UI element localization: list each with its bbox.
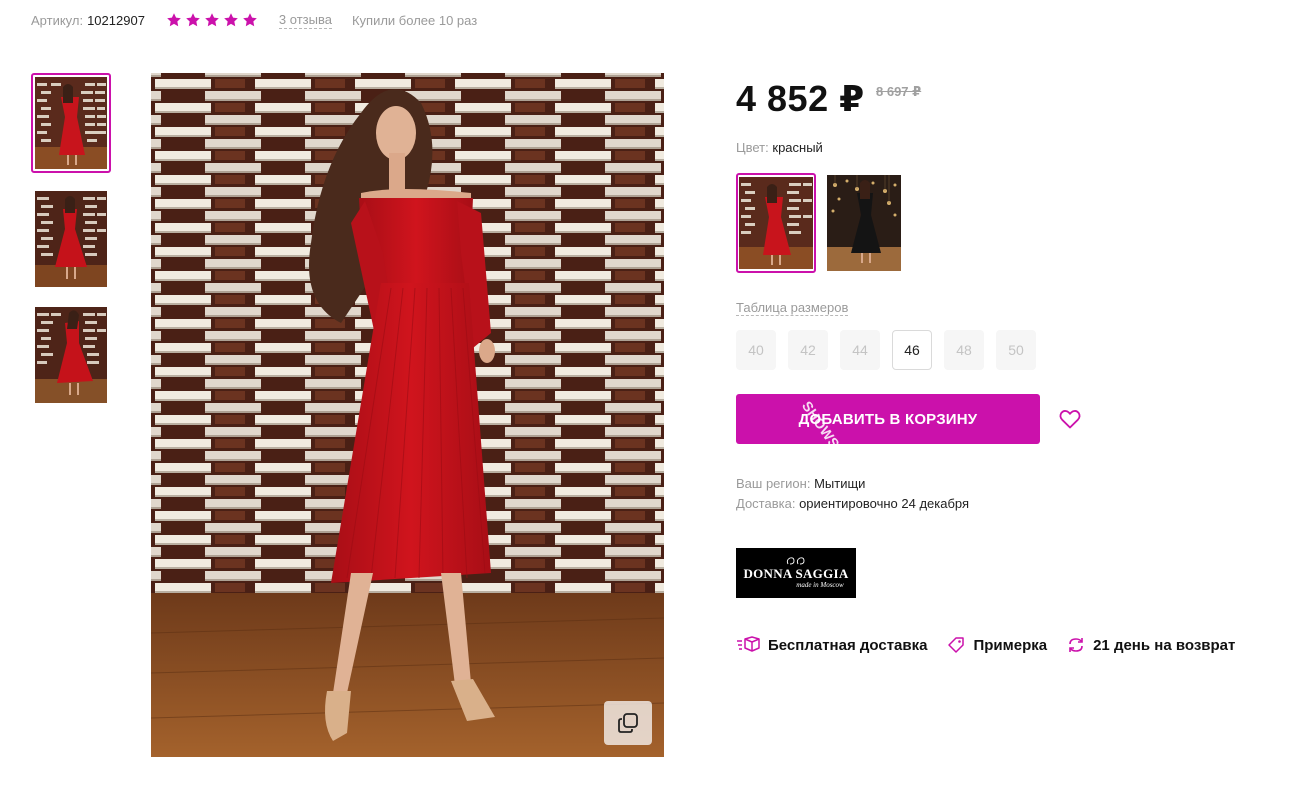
article-label: Артикул:	[31, 12, 84, 28]
red-dress-photo	[739, 177, 813, 269]
delivery-value: ориентировочно 24 декабря	[799, 496, 970, 511]
region-line: Ваш регион: Мытищи	[736, 476, 865, 491]
add-to-cart-button[interactable]: ДОБАВИТЬ В КОРЗИНУ SHOWS	[736, 394, 1040, 444]
copy-zoom-icon	[618, 713, 638, 733]
feature-label: 21 день на возврат	[1093, 636, 1236, 654]
brand-sub: made in Moscow	[796, 581, 844, 589]
delivery-label: Доставка:	[736, 496, 796, 511]
feature-free-delivery[interactable]: Бесплатная доставка	[736, 636, 927, 654]
red-dress-photo	[35, 191, 107, 287]
star-icon	[205, 13, 219, 27]
color-value: красный	[772, 140, 823, 155]
thumbnail-3[interactable]	[31, 305, 111, 405]
zoom-button[interactable]	[604, 701, 652, 745]
thumbnail-2[interactable]	[31, 189, 111, 289]
red-dress-photo	[35, 77, 107, 169]
size-option[interactable]: 48	[944, 330, 984, 370]
brand-logo[interactable]: DONNA SAGGIA made in Moscow	[736, 548, 856, 598]
delivery-box-icon	[737, 636, 760, 652]
delivery-line: Доставка: ориентировочно 24 декабря	[736, 496, 969, 511]
feature-label: Примерка	[973, 636, 1048, 654]
color-line: Цвет: красный	[736, 140, 823, 155]
size-option[interactable]: 40	[736, 330, 776, 370]
tag-icon	[948, 637, 965, 653]
thumbnail-1[interactable]	[31, 73, 111, 173]
features-bar: Бесплатная доставка Примерка 21 день на …	[736, 636, 1255, 654]
brand-monogram-icon	[786, 557, 805, 565]
bought-count: Купили более 10 раз	[351, 12, 478, 28]
star-icon	[224, 13, 238, 27]
main-product-photo[interactable]	[151, 73, 664, 757]
color-option-black[interactable]	[824, 173, 904, 273]
current-price: 4 852 ₽	[736, 78, 865, 119]
region-label: Ваш регион:	[736, 476, 811, 491]
black-dress-photo	[827, 175, 901, 271]
brand-name: DONNA SAGGIA	[743, 566, 849, 581]
feature-label: Бесплатная доставка	[768, 636, 928, 654]
size-option[interactable]: 44	[840, 330, 880, 370]
size-table-link[interactable]: Таблица размеров	[736, 300, 849, 316]
return-arrows-icon	[1069, 638, 1083, 652]
size-option[interactable]: 42	[788, 330, 828, 370]
color-option-red[interactable]	[736, 173, 816, 273]
product-meta-bar: Артикул: 10212907 3 отзыва Купили более …	[31, 10, 477, 30]
star-icon	[167, 13, 181, 27]
region-value[interactable]: Мытищи	[814, 476, 865, 491]
article-value: 10212907	[87, 12, 145, 28]
star-icon	[186, 13, 200, 27]
size-option[interactable]: 50	[996, 330, 1036, 370]
size-option[interactable]: 46	[892, 330, 932, 370]
reviews-link[interactable]: 3 отзыва	[278, 12, 332, 29]
red-dress-photo	[151, 73, 664, 757]
rating-stars[interactable]	[166, 12, 258, 28]
feature-fitting[interactable]: Примерка	[947, 636, 1047, 654]
red-dress-photo	[35, 307, 107, 403]
star-icon	[243, 13, 257, 27]
heart-icon[interactable]	[1058, 407, 1082, 431]
color-label: Цвет:	[736, 140, 769, 155]
size-selector: 40 42 44 46 48 50	[736, 330, 1036, 370]
old-price: 8 697 ₽	[876, 84, 922, 99]
feature-return[interactable]: 21 день на возврат	[1067, 636, 1235, 654]
